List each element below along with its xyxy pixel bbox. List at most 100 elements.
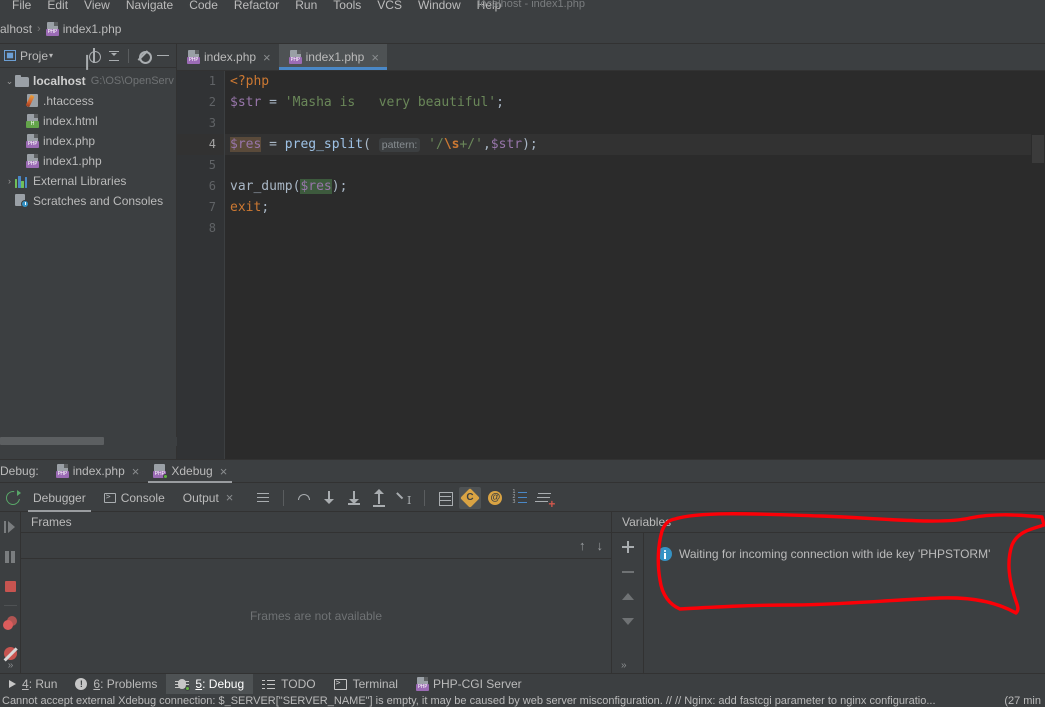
code-line[interactable]: $str = 'Masha is very beautiful'; [225,92,1031,113]
editor-tab-index-php[interactable]: PHP index.php × [177,44,279,70]
code-line[interactable] [225,113,1031,134]
terminal-icon [333,678,347,690]
close-icon[interactable]: × [220,465,228,478]
line-number: 1 [208,74,216,88]
chevron-down-icon[interactable]: ▾ [49,51,53,60]
step-out-icon[interactable] [368,487,390,509]
close-icon[interactable]: × [226,490,234,505]
add-to-list-icon[interactable] [534,487,556,510]
code-line[interactable]: $res = preg_split( pattern: '/\s+/',$str… [225,134,1031,155]
menu-item-navigate[interactable]: Navigate [118,0,181,15]
menu-item-file[interactable]: File [4,0,39,15]
watch-diamond-icon[interactable] [459,486,482,509]
editor-tab-label: index1.php [305,50,365,64]
remove-watch-icon[interactable] [619,564,637,580]
breadcrumb-separator-icon: › [37,23,41,35]
tool-window-problems[interactable]: 6 : Problems [66,674,166,695]
close-icon[interactable]: × [371,51,379,64]
step-into-icon[interactable] [318,487,340,509]
debug-subtab-label: Console [120,490,165,505]
tool-window-todo[interactable]: TODO [253,674,324,695]
tree-item-scratches-and-consoles[interactable]: Scratches and Consoles [0,191,176,211]
code-editor[interactable]: 1 2 3 4 5 6 7 8 <?php $str = 'Masha is very beau… [177,71,1045,459]
add-watch-icon[interactable] [619,539,637,555]
toolbar-divider [283,489,285,506]
menu-item-view[interactable]: View [76,0,118,15]
close-icon[interactable]: × [132,465,140,478]
window-title: localhost - index1.php [478,0,586,10]
tool-window-terminal[interactable]: Terminal [325,674,407,695]
move-up-icon[interactable]: ↑ [579,539,586,552]
breadcrumb[interactable]: alhost › PHP index1.php [0,22,121,36]
debug-subtab-debugger[interactable]: Debugger [24,484,95,512]
tree-item-index1-php[interactable]: PHP index1.php [0,151,176,171]
menu-item-run[interactable]: Run [287,0,325,15]
tool-window-debug[interactable]: 5 : Debug [166,673,254,695]
code-line[interactable]: var_dump($res); [225,176,1031,197]
minimize-icon[interactable] [154,47,172,65]
stop-program-icon[interactable] [0,572,21,602]
code-content[interactable]: <?php $str = 'Masha is very beautiful'; $… [225,71,1031,459]
tree-item-htaccess[interactable]: .htaccess [0,91,176,111]
debug-gutter-toolbar: » [0,512,21,673]
project-horizontal-scrollbar[interactable] [0,437,177,446]
at-sign-icon[interactable]: @ [484,487,506,509]
tree-item-index-html[interactable]: H index.html [0,111,176,131]
code-line[interactable]: exit; [225,197,1031,218]
tool-window-label: Terminal [352,677,398,691]
code-token: preg_split [284,137,364,152]
force-step-into-icon[interactable] [343,487,365,509]
close-icon[interactable]: × [263,51,271,64]
tree-item-external-libraries[interactable]: › External Libraries [0,171,176,191]
move-up-icon[interactable] [619,589,637,605]
tool-window-php-cgi-server[interactable]: PHP PHP-CGI Server [407,674,531,695]
libraries-icon [15,175,29,188]
debug-tab-index-php[interactable]: PHP index.php × [49,459,147,483]
step-over-icon[interactable] [293,487,315,509]
menu-item-window[interactable]: Window [410,0,469,15]
editor-tab-index1-php[interactable]: PHP index1.php × [278,44,388,70]
collapse-all-icon[interactable] [105,47,123,65]
pause-program-icon[interactable] [0,542,21,572]
rerun-button[interactable] [0,484,24,512]
expand-more-icon[interactable]: » [0,660,21,671]
debug-subtab-console[interactable]: Console [95,484,174,512]
code-line[interactable]: <?php [225,71,1031,92]
debug-tab-xdebug[interactable]: PHP Xdebug × [146,459,234,483]
project-title[interactable]: Proje ▾ [4,49,53,63]
status-message[interactable]: Cannot accept external Xdebug connection… [0,695,1045,707]
breadcrumb-file[interactable]: index1.php [63,22,122,36]
code-line[interactable] [225,218,1031,239]
resume-program-icon[interactable] [0,512,21,542]
menu-item-vcs[interactable]: VCS [369,0,410,15]
problems-icon [75,678,88,690]
move-down-icon[interactable] [619,614,637,630]
menu-item-refactor[interactable]: Refactor [226,0,287,15]
debug-subtab-output[interactable]: Output × [174,484,243,512]
menu-item-edit[interactable]: Edit [39,0,76,15]
chevron-right-icon[interactable]: › [4,171,15,191]
move-down-icon[interactable]: ↓ [597,539,604,552]
code-token: ); [522,137,538,152]
code-token: 'Masha is very beautiful' [284,95,497,110]
scratches-icon [15,194,29,208]
numbered-list-icon[interactable] [509,487,531,509]
settings-gear-icon[interactable] [134,47,152,65]
breadcrumb-root[interactable]: alhost [0,22,32,36]
code-line[interactable] [225,155,1031,176]
menu-item-tools[interactable]: Tools [325,0,369,15]
debug-tab-label: Xdebug [171,464,213,478]
menu-item-code[interactable]: Code [181,0,226,15]
run-to-cursor-icon[interactable] [393,487,415,509]
editor-vertical-scrollbar[interactable] [1031,71,1045,459]
locate-target-icon[interactable] [85,47,103,65]
tree-item-index-php[interactable]: PHP index.php [0,131,176,151]
view-breakpoints-icon[interactable] [0,609,21,639]
chevron-down-icon[interactable]: ⌄ [4,71,15,91]
evaluate-expression-icon[interactable] [434,487,456,509]
tree-item-localhost[interactable]: ⌄ localhost G:\OS\OpenServ [0,71,176,91]
tool-window-run[interactable]: 4 : Run [0,674,66,695]
menu-hamburger-icon[interactable] [252,487,274,509]
expand-more-icon[interactable]: » [621,660,627,671]
navigation-bar: alhost › PHP index1.php [0,15,1045,44]
